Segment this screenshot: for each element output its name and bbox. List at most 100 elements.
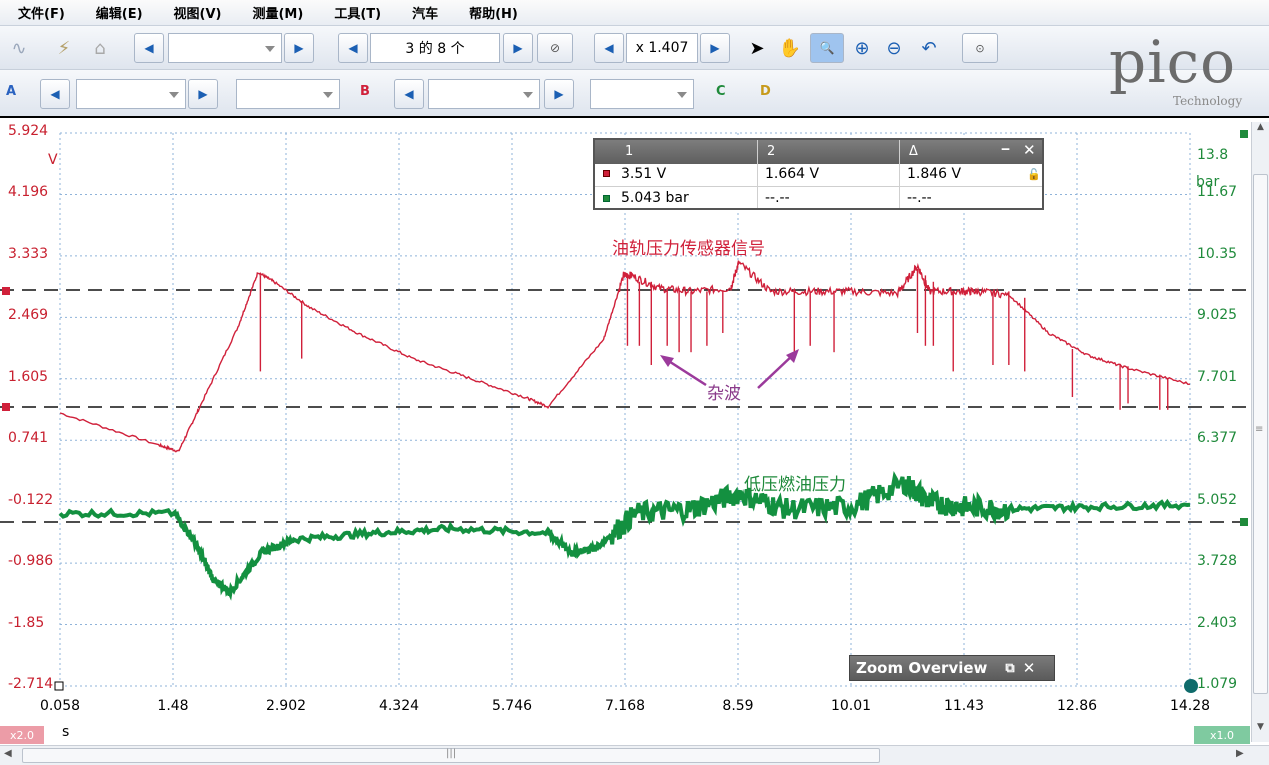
menu-measure[interactable]: 测量(M) [234, 3, 316, 22]
scroll-right-icon[interactable]: ▶ [1236, 748, 1244, 759]
rail-signal-annotation: 油轨压力传感器信号 [612, 239, 765, 259]
right-axis-unit: bar [1196, 174, 1220, 190]
channel-a-label[interactable]: A [6, 84, 16, 99]
menu-edit[interactable]: 编辑(E) [78, 3, 156, 22]
probe-icon[interactable]: ⚡ [50, 33, 78, 63]
scope-view[interactable] [0, 120, 1269, 765]
next-button[interactable]: ▶ [284, 33, 314, 63]
channel-toolbar: A ◀ ▶ B ◀ ▶ C D [0, 70, 1269, 118]
right-axis-tick: 6.377 [1197, 430, 1238, 447]
x-axis-tick: 4.324 [378, 698, 420, 714]
scroll-left-icon[interactable]: ◀ [4, 748, 12, 759]
right-axis-tick: 5.052 [1197, 491, 1238, 508]
channel-a-range[interactable] [76, 79, 186, 109]
channel-d-label[interactable]: D [760, 84, 771, 99]
home-icon[interactable]: ⌂ [86, 33, 114, 63]
right-axis-tick: 7.701 [1197, 368, 1238, 385]
measurement-table[interactable]: 1 2 Δ ‒ ✕ 3.51 V 1.664 V 1.846 V 5.043 b… [593, 138, 1044, 210]
zoom-prev-button[interactable]: ◀ [594, 33, 624, 63]
zoom-in-icon[interactable]: ⊕ [848, 33, 876, 63]
left-zoom-badge: x2.0 [0, 726, 44, 744]
timeline-marker [1184, 679, 1198, 693]
signal-generator-icon[interactable]: ∿ [4, 33, 34, 63]
menu-automotive[interactable]: 汽车 [394, 3, 451, 22]
left-axis-tick: -0.122 [8, 491, 54, 508]
x-axis-tick: 2.902 [265, 698, 307, 714]
left-axis-tick: 5.924 [8, 123, 49, 139]
channel-c-label[interactable]: C [716, 84, 726, 99]
meas-r1-c2: 1.664 V [765, 166, 820, 182]
chevron-down-icon [169, 92, 179, 98]
ruler-marker [2, 403, 10, 411]
noise-arrow-right [757, 353, 795, 389]
channel-b-label[interactable]: B [360, 84, 370, 99]
page-next-button[interactable]: ▶ [503, 33, 533, 63]
scroll-down-icon[interactable]: ▼ [1253, 722, 1268, 738]
menu-help[interactable]: 帮助(H) [451, 3, 531, 22]
left-axis-unit: V [48, 152, 58, 168]
channel-b-prev[interactable]: ◀ [394, 79, 424, 109]
channel-b-next[interactable]: ▶ [544, 79, 574, 109]
page-prev-button[interactable]: ◀ [338, 33, 368, 63]
left-axis-tick: 4.196 [8, 184, 49, 201]
chevron-down-icon [523, 92, 533, 98]
channel-a-marker [603, 195, 610, 202]
menu-view[interactable]: 视图(V) [156, 3, 235, 22]
left-axis-tick: 0.741 [8, 430, 49, 447]
ruler-marker [1240, 130, 1248, 138]
ruler-marker [1240, 518, 1248, 526]
prev-button[interactable]: ◀ [134, 33, 164, 63]
undo-zoom-icon[interactable]: ↶ [914, 33, 944, 63]
zoom-out-icon[interactable]: ⊖ [880, 33, 908, 63]
zoom-select-icon[interactable]: 🔍 [810, 33, 844, 63]
chevron-down-icon [323, 92, 333, 98]
divider [757, 140, 758, 208]
scope-plot[interactable] [0, 120, 1269, 765]
channel-a-next[interactable]: ▶ [188, 79, 218, 109]
zoom-100-icon[interactable]: ⊙ [962, 33, 998, 63]
lock-icon[interactable]: 🔓 [1027, 168, 1041, 181]
x-axis-tick: 14.28 [1169, 698, 1211, 714]
close-icon[interactable]: ✕ [1023, 659, 1036, 677]
channel-b-coupling[interactable] [590, 79, 694, 109]
hand-icon[interactable]: ✋ [776, 33, 804, 63]
left-axis-tick: -0.986 [8, 553, 54, 570]
meas-r2-c1: 5.043 bar [621, 190, 689, 206]
x-axis-unit: s [62, 724, 70, 740]
page-indicator: 3 的 8 个 [370, 33, 500, 63]
right-axis-tick: 10.35 [1197, 245, 1238, 262]
left-axis-tick: 1.605 [8, 368, 49, 385]
menu-bar: 文件(F) 编辑(E) 视图(V) 测量(M) 工具(T) 汽车 帮助(H) [0, 0, 1269, 26]
scroll-up-icon[interactable]: ▲ [1253, 122, 1268, 138]
meas-r1-c1: 3.51 V [621, 166, 667, 182]
horizontal-scrollbar[interactable]: ◀ ||| ▶ [0, 745, 1269, 765]
zoom-overview-panel[interactable]: Zoom Overview ⧉ ✕ [849, 655, 1055, 681]
restore-icon[interactable]: ⧉ [1005, 661, 1014, 676]
minimize-icon[interactable]: ‒ [1001, 142, 1010, 157]
pointer-icon[interactable]: ➤ [744, 33, 770, 63]
measurement-col-2: 2 [767, 144, 776, 159]
zoom-next-button[interactable]: ▶ [700, 33, 730, 63]
channel-b-range[interactable] [428, 79, 540, 109]
zoom-indicator: x 1.407 [626, 33, 698, 63]
measurement-col-delta: Δ [909, 144, 918, 159]
right-axis-tick: 13.8 [1197, 147, 1229, 163]
channel-a-coupling[interactable] [236, 79, 340, 109]
noise-annotation: 杂波 [707, 384, 741, 404]
x-axis-tick: 11.43 [943, 698, 985, 714]
meas-r2-c2: --.-- [765, 190, 790, 206]
right-axis-tick: 1.079 [1197, 676, 1238, 692]
close-icon[interactable]: ✕ [1023, 141, 1036, 159]
channel-a-prev[interactable]: ◀ [40, 79, 70, 109]
timebase-combo[interactable] [168, 33, 282, 63]
x-axis-tick: 5.746 [491, 698, 533, 714]
compass-icon[interactable]: ⊘ [537, 33, 573, 63]
left-axis-tick: -1.85 [8, 614, 45, 631]
menu-file[interactable]: 文件(F) [0, 3, 78, 22]
x-axis-tick: 0.058 [39, 698, 81, 714]
menu-tools[interactable]: 工具(T) [316, 3, 394, 22]
logo-sub: Technology [1173, 94, 1243, 108]
x-axis-tick: 10.01 [830, 698, 872, 714]
vertical-scrollbar[interactable]: ▲ ≡ ▼ [1251, 122, 1269, 742]
right-axis-tick: 9.025 [1197, 307, 1238, 324]
